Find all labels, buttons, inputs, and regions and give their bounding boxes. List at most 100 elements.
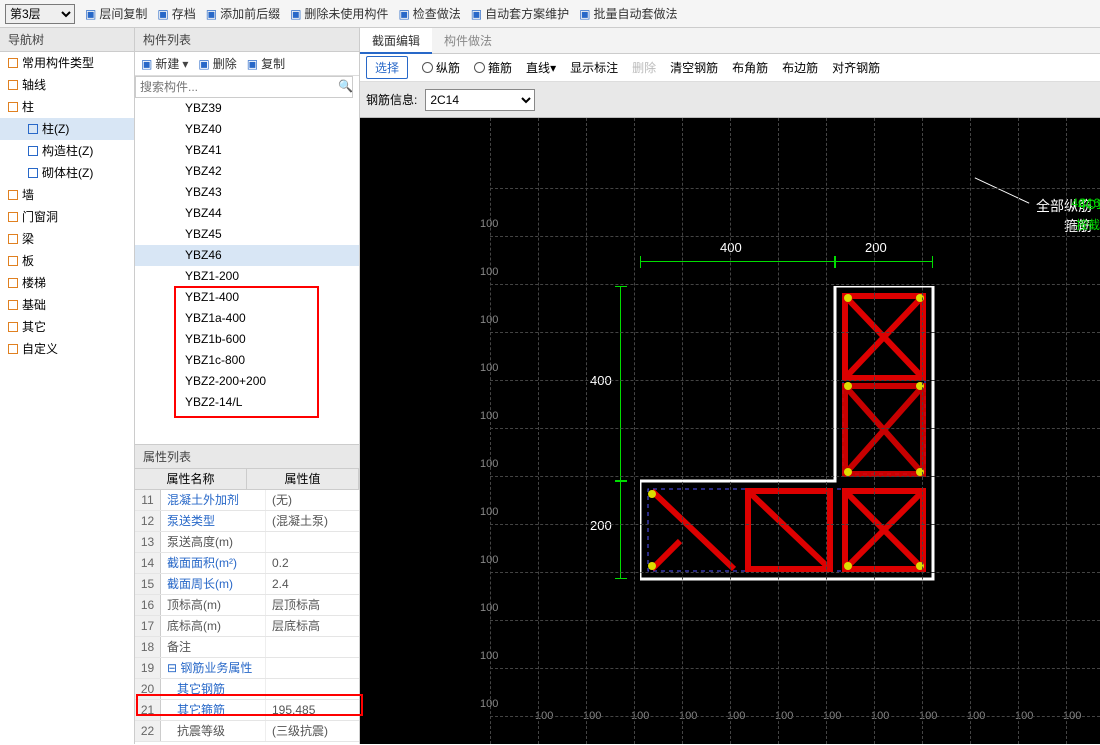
btn-new[interactable]: ▣新建▾	[141, 55, 188, 72]
nav-item-柱(Z)[interactable]: 柱(Z)	[0, 118, 134, 140]
btn-batch-auto[interactable]: ▣批量自动套做法	[579, 5, 677, 22]
editor-panel: 截面编辑 构件做法 选择 纵筋 箍筋 直线▾ 显示标注 删除 清空钢筋 布角筋 …	[360, 28, 1100, 744]
comp-item[interactable]: YBZ1a-400	[135, 308, 359, 329]
comp-item[interactable]: YBZ46	[135, 245, 359, 266]
component-panel: 构件列表 ▣新建▾ ▣删除 ▣复制 🔍 YBZ39YBZ40YBZ41YBZ42…	[135, 28, 360, 744]
btn-line[interactable]: 直线▾	[526, 59, 556, 76]
comp-item[interactable]: YBZ2-14/L	[135, 392, 359, 413]
prop-row[interactable]: 15截面周长(m)2.4	[135, 574, 359, 595]
comp-item[interactable]: YBZ1b-600	[135, 329, 359, 350]
comp-item[interactable]: YBZ45	[135, 224, 359, 245]
prop-title: 属性列表	[135, 445, 359, 469]
folder-icon	[8, 300, 18, 310]
btn-show-dim[interactable]: 显示标注	[570, 59, 618, 76]
nav-item-轴线[interactable]: 轴线	[0, 74, 134, 96]
prop-row[interactable]: 17底标高(m)层底标高	[135, 616, 359, 637]
tab-section-edit[interactable]: 截面编辑	[360, 28, 432, 54]
comp-item[interactable]: YBZ39	[135, 98, 359, 119]
folder-icon	[8, 256, 18, 266]
prop-row[interactable]: 16顶标高(m)层顶标高	[135, 595, 359, 616]
nav-item-墙[interactable]: 墙	[0, 184, 134, 206]
comp-item[interactable]: YBZ2-200+200	[135, 371, 359, 392]
search-icon[interactable]: 🔍	[338, 79, 353, 93]
radio-stirrup[interactable]: 箍筋	[474, 59, 512, 76]
prop-head-val: 属性值	[247, 469, 359, 489]
nav-item-其它[interactable]: 其它	[0, 316, 134, 338]
prop-row[interactable]: 12泵送类型(混凝土泵)	[135, 511, 359, 532]
search-input[interactable]	[135, 76, 353, 98]
grid-label: 100	[480, 698, 498, 710]
nav-item-梁[interactable]: 梁	[0, 228, 134, 250]
prop-row[interactable]: 20 其它钢筋	[135, 679, 359, 700]
rebar-info-label: 钢筋信息:	[366, 91, 417, 108]
comp-item[interactable]: YBZ43	[135, 182, 359, 203]
btn-align[interactable]: 对齐钢筋	[832, 59, 880, 76]
prop-row[interactable]: 22 抗震等级(三级抗震)	[135, 721, 359, 742]
btn-floor-copy[interactable]: ▣层间复制	[85, 5, 147, 22]
nav-item-构造柱(Z)[interactable]: 构造柱(Z)	[0, 140, 134, 162]
column-icon	[28, 168, 38, 178]
folder-icon	[8, 234, 18, 244]
folder-icon	[8, 322, 18, 332]
prop-row[interactable]: 21 其它箍筋195,485	[135, 700, 359, 721]
folder-icon	[8, 278, 18, 288]
btn-del-unused[interactable]: ▣删除未使用构件	[290, 5, 388, 22]
nav-item-楼梯[interactable]: 楼梯	[0, 272, 134, 294]
btn-del[interactable]: 删除	[632, 59, 656, 76]
nav-item-自定义[interactable]: 自定义	[0, 338, 134, 360]
property-panel: 属性列表 属性名称 属性值 11混凝土外加剂(无)12泵送类型(混凝土泵)13泵…	[135, 444, 359, 744]
rebar-info-select[interactable]: 2C14	[425, 89, 535, 111]
value-stirrup: 按截	[1076, 216, 1100, 233]
btn-archive[interactable]: ▣存档	[157, 5, 195, 22]
nav-item-基础[interactable]: 基础	[0, 294, 134, 316]
nav-item-柱[interactable]: 柱	[0, 96, 134, 118]
btn-edge[interactable]: 布边筋	[782, 59, 818, 76]
prop-row[interactable]: 14截面面积(m²)0.2	[135, 553, 359, 574]
comp-item[interactable]: YBZ41	[135, 140, 359, 161]
prop-row[interactable]: 19⊟ 钢筋业务属性	[135, 658, 359, 679]
grid-label: 100	[480, 410, 498, 422]
comp-item[interactable]: YBZ1-200	[135, 266, 359, 287]
grid-label: 100	[480, 266, 498, 278]
nav-item-板[interactable]: 板	[0, 250, 134, 272]
comp-item[interactable]: YBZ1-400	[135, 287, 359, 308]
radio-longitudinal[interactable]: 纵筋	[422, 59, 460, 76]
comp-item[interactable]: YBZ42	[135, 161, 359, 182]
btn-auto-maintain[interactable]: ▣自动套方案维护	[471, 5, 569, 22]
floor-select[interactable]: 第3层	[5, 4, 75, 24]
prop-row[interactable]: 18备注	[135, 637, 359, 658]
grid-label: 100	[480, 506, 498, 518]
grid-label: 100	[480, 602, 498, 614]
comp-item[interactable]: YBZ1c-800	[135, 350, 359, 371]
btn-delete[interactable]: ▣删除	[198, 55, 236, 72]
dim-200-h: 200	[865, 240, 887, 255]
grid-label: 100	[480, 554, 498, 566]
column-icon	[28, 124, 38, 134]
tab-comp-method[interactable]: 构件做法	[432, 28, 504, 54]
prop-row[interactable]: 11混凝土外加剂(无)	[135, 490, 359, 511]
prop-row[interactable]: 13泵送高度(m)	[135, 532, 359, 553]
folder-icon	[8, 58, 18, 68]
prop-head-name: 属性名称	[135, 469, 247, 489]
nav-item-常用构件类型[interactable]: 常用构件类型	[0, 52, 134, 74]
btn-prefix[interactable]: ▣添加前后缀	[206, 5, 280, 22]
btn-corner[interactable]: 布角筋	[732, 59, 768, 76]
folder-icon	[8, 344, 18, 354]
nav-item-门窗洞[interactable]: 门窗洞	[0, 206, 134, 228]
grid-label: 100	[480, 362, 498, 374]
btn-select[interactable]: 选择	[366, 56, 408, 79]
nav-item-砌体柱(Z)[interactable]: 砌体柱(Z)	[0, 162, 134, 184]
folder-icon	[8, 190, 18, 200]
comp-item[interactable]: YBZ40	[135, 119, 359, 140]
btn-copy[interactable]: ▣复制	[247, 55, 285, 72]
btn-check[interactable]: ▣检查做法	[398, 5, 460, 22]
column-section	[640, 286, 935, 581]
grid-label: 100	[480, 458, 498, 470]
section-canvas[interactable]: 400 200 400 200	[360, 118, 1100, 744]
btn-clear-rebar[interactable]: 清空钢筋	[670, 59, 718, 76]
folder-icon	[8, 212, 18, 222]
grid-label: 100	[480, 314, 498, 326]
comp-item[interactable]: YBZ44	[135, 203, 359, 224]
dim-200-v: 200	[590, 518, 612, 533]
folder-icon	[8, 102, 18, 112]
